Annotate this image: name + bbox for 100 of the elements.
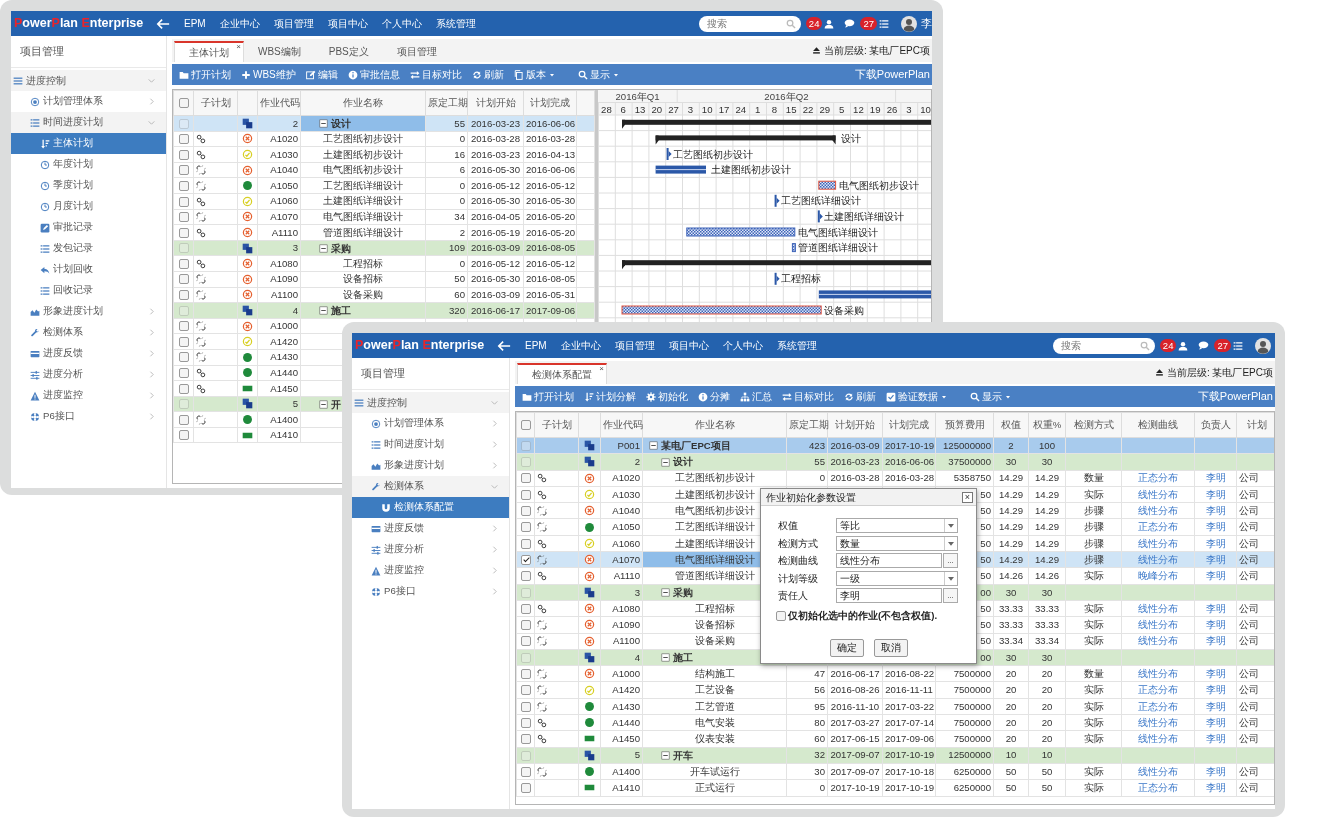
browse-button[interactable]: ...: [943, 553, 958, 569]
toolbar-button[interactable]: 验证数据: [881, 386, 953, 407]
row-checkbox[interactable]: [178, 180, 189, 191]
nav-link[interactable]: 项目中心: [327, 16, 368, 31]
select-all-checkbox[interactable]: [178, 98, 189, 109]
toolbar-button[interactable]: 目标对比: [404, 64, 467, 85]
sidebar-item[interactable]: 计划管理体系: [11, 91, 166, 112]
close-button[interactable]: ×: [599, 365, 604, 373]
sidebar-item[interactable]: 检测体系配置: [352, 497, 509, 518]
list-icon[interactable]: [1233, 340, 1243, 351]
sidebar-item[interactable]: 主体计划: [11, 133, 166, 154]
toolbar-button[interactable]: 打开计划: [174, 64, 236, 85]
row-checkbox[interactable]: [178, 212, 189, 223]
search-icon[interactable]: [1139, 340, 1150, 351]
column-header[interactable]: 计划完成: [882, 412, 936, 438]
column-header[interactable]: 子计划: [534, 412, 579, 438]
column-header[interactable]: 计划完成: [523, 90, 577, 116]
sidebar-item[interactable]: 形象进度计划: [352, 455, 509, 476]
nav-link[interactable]: 项目中心: [668, 338, 709, 353]
chevron-right-icon[interactable]: [147, 307, 156, 316]
nav-link[interactable]: 系统管理: [435, 16, 476, 31]
checkbox[interactable]: [776, 610, 786, 621]
nav-link[interactable]: 个人中心: [722, 338, 763, 353]
nav-link[interactable]: 系统管理: [776, 338, 817, 353]
tab[interactable]: PBS定义: [314, 41, 383, 62]
row-checkbox[interactable]: [520, 734, 531, 745]
select-field[interactable]: 数量: [836, 535, 958, 551]
row-checkbox[interactable]: [178, 290, 189, 301]
close-button[interactable]: ×: [962, 491, 973, 503]
toolbar-button[interactable]: WBS维护: [236, 64, 301, 85]
toolbar-button[interactable]: 显示: [572, 64, 625, 85]
column-header[interactable]: 作业名称: [642, 412, 787, 438]
search-field[interactable]: 搜索: [1052, 337, 1155, 354]
chat-icon[interactable]: [844, 18, 856, 29]
search-icon[interactable]: [785, 18, 796, 29]
chevron-right-icon[interactable]: [490, 440, 499, 449]
toolbar-button[interactable]: 刷新: [839, 386, 881, 407]
sidebar-item[interactable]: 进度控制: [352, 392, 509, 413]
nav-link[interactable]: 项目管理: [614, 338, 655, 353]
row-checkbox[interactable]: [178, 134, 189, 145]
row-checkbox[interactable]: [520, 636, 531, 647]
chevron-right-icon[interactable]: [490, 461, 499, 470]
column-header[interactable]: 检测方式: [1065, 412, 1122, 438]
sidebar-item[interactable]: P6接口: [11, 406, 166, 427]
sidebar-item[interactable]: 回收记录: [11, 280, 166, 301]
chevron-right-icon[interactable]: [490, 545, 499, 554]
chevron-down-icon[interactable]: [147, 118, 156, 127]
sidebar-item[interactable]: 进度监控: [11, 385, 166, 406]
row-checkbox[interactable]: [178, 383, 189, 394]
row-checkbox[interactable]: [520, 571, 531, 582]
sidebar-item[interactable]: 进度控制: [11, 70, 166, 91]
row-checkbox[interactable]: [520, 783, 531, 794]
collapse-icon[interactable]: [319, 399, 328, 409]
list-icon[interactable]: [879, 18, 889, 29]
chevron-right-icon[interactable]: [490, 566, 499, 575]
sidebar-item[interactable]: 计划管理体系: [352, 413, 509, 434]
column-header[interactable]: 计划开始: [467, 90, 524, 116]
app-logo[interactable]: PowerPlan Enterprise: [352, 336, 483, 355]
row-checkbox[interactable]: [178, 149, 189, 160]
collapse-icon[interactable]: [649, 441, 658, 451]
row-checkbox[interactable]: [520, 489, 531, 500]
chevron-right-icon[interactable]: [147, 349, 156, 358]
user-name[interactable]: 李: [921, 15, 932, 32]
column-header[interactable]: 原定工期: [786, 412, 828, 438]
sidebar-item[interactable]: P6接口: [352, 581, 509, 602]
input-field[interactable]: 李明: [836, 588, 942, 604]
avatar[interactable]: [1255, 337, 1271, 354]
collapse-icon[interactable]: [661, 588, 670, 598]
column-header[interactable]: 负责人: [1194, 412, 1237, 438]
browse-button[interactable]: ...: [943, 588, 958, 604]
app-logo[interactable]: PowerPlan Enterprise: [11, 14, 142, 33]
toolbar-button[interactable]: 编辑: [300, 64, 343, 85]
chat-icon[interactable]: [1198, 340, 1210, 351]
back-arrow-icon[interactable]: [156, 16, 170, 31]
column-header[interactable]: 检测曲线: [1121, 412, 1195, 438]
dialog-button[interactable]: 确定: [829, 638, 864, 657]
sidebar-item[interactable]: 进度反馈: [352, 518, 509, 539]
toolbar-button[interactable]: 打开计划: [517, 386, 579, 407]
select-field[interactable]: 一级: [836, 570, 958, 586]
select-field[interactable]: 等比: [836, 518, 958, 534]
collapse-icon[interactable]: [319, 119, 328, 129]
row-checkbox[interactable]: [520, 473, 531, 484]
row-checkbox[interactable]: [520, 554, 531, 565]
sidebar-item[interactable]: 月度计划: [11, 196, 166, 217]
sidebar-item[interactable]: 进度分析: [352, 539, 509, 560]
collapse-icon[interactable]: [661, 653, 670, 663]
collapse-icon[interactable]: [661, 751, 670, 761]
row-checkbox[interactable]: [520, 506, 531, 517]
chevron-right-icon[interactable]: [147, 391, 156, 400]
chevron-right-icon[interactable]: [490, 419, 499, 428]
row-checkbox[interactable]: [178, 165, 189, 176]
user-icon[interactable]: [824, 18, 835, 29]
download-link[interactable]: 下载PowerPlan: [854, 66, 932, 83]
column-header[interactable]: 作业代码: [600, 412, 643, 438]
column-header[interactable]: 权重%: [1028, 412, 1066, 438]
sidebar-item[interactable]: 时间进度计划: [11, 112, 166, 133]
column-header[interactable]: 原定工期: [425, 90, 468, 116]
tab[interactable]: 项目管理: [382, 41, 451, 62]
row-checkbox[interactable]: [178, 352, 189, 363]
close-button[interactable]: ×: [236, 43, 241, 51]
